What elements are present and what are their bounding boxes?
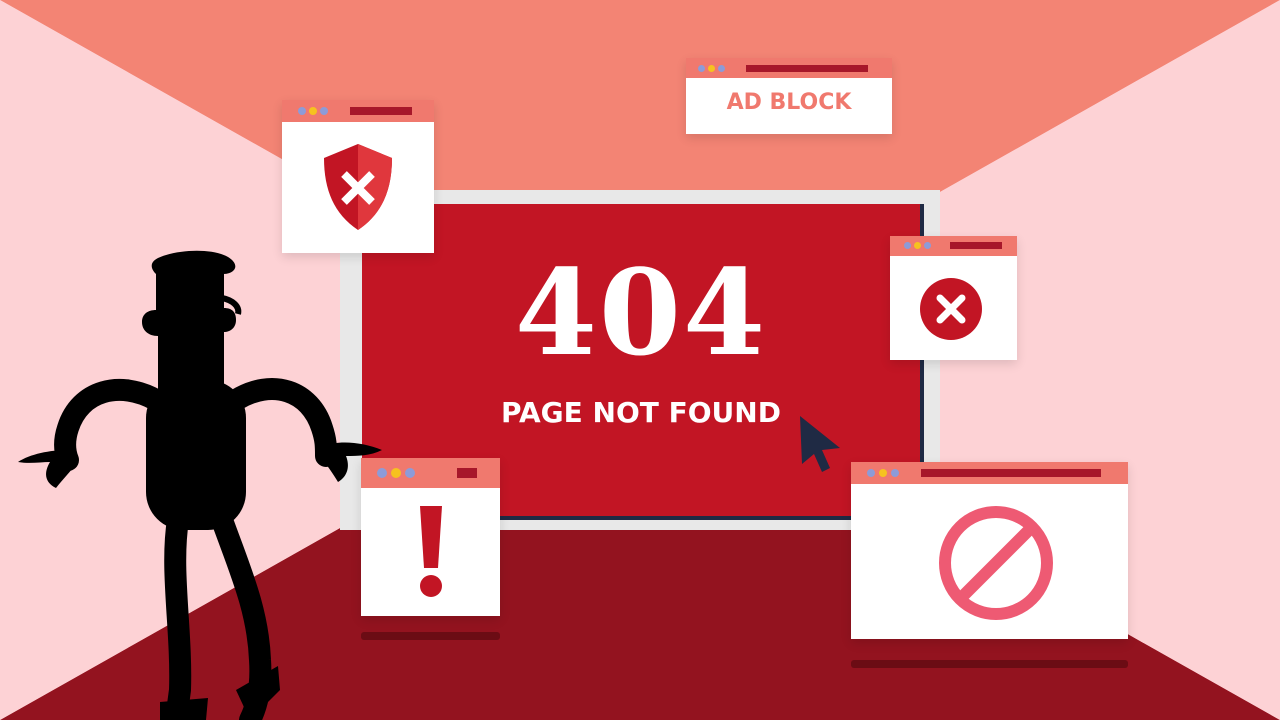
exclamation-icon xyxy=(420,506,442,597)
error-code: 404 xyxy=(514,243,768,382)
popup-titlebar xyxy=(851,462,1128,484)
popup-titlebar xyxy=(282,100,434,122)
popup-titlebar xyxy=(686,58,892,78)
ad-block-label: AD BLOCK xyxy=(726,90,852,115)
popup-shadow xyxy=(851,660,1128,668)
no-entry-icon xyxy=(939,506,1053,620)
character-silhouette xyxy=(18,250,382,720)
popup-titlebar xyxy=(890,236,1017,256)
cursor-arrow-icon xyxy=(800,416,840,472)
error-popup[interactable] xyxy=(890,236,1017,360)
ad-block-popup[interactable]: AD BLOCK xyxy=(686,58,892,134)
blocked-popup[interactable] xyxy=(851,462,1128,639)
x-circle-icon xyxy=(920,278,982,340)
security-popup[interactable] xyxy=(282,100,434,253)
shield-x-icon xyxy=(324,144,392,230)
